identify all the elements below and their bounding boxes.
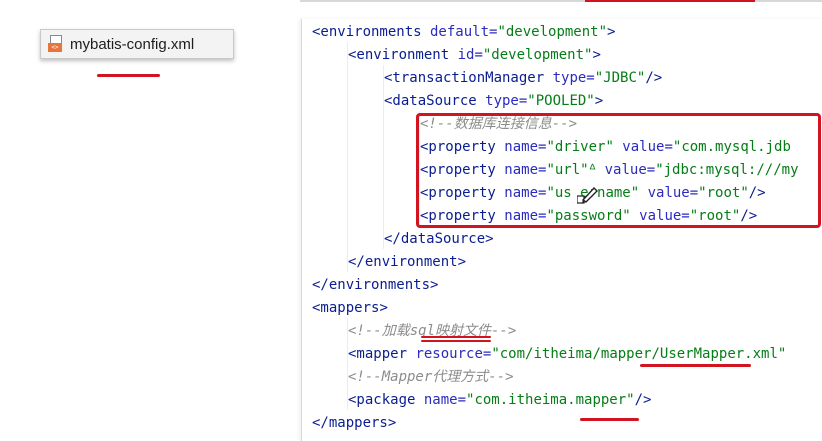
xml-tag-close: >: [457, 254, 467, 270]
xml-tag-close: />: [634, 392, 652, 408]
xml-tag: <transactionManager: [384, 70, 545, 86]
code-editor[interactable]: <environments default="development"> <env…: [301, 19, 822, 441]
xml-tag: </dataSource: [384, 231, 486, 247]
xml-tag-close: >: [379, 300, 388, 316]
xml-attr-value: "com.itheima.mapper": [466, 392, 635, 408]
xml-attr-name: type=: [476, 93, 528, 109]
xml-tag-close: >: [592, 47, 601, 63]
xml-file-icon: <>: [48, 35, 64, 53]
xml-attr-name: type=: [544, 70, 595, 86]
xml-tag: </environments: [312, 277, 431, 293]
xml-tag-close: >: [607, 24, 616, 40]
xml-tag: <dataSource: [384, 93, 477, 109]
code-line: </dataSource>: [384, 228, 494, 251]
xml-tag: <mappers: [312, 300, 380, 316]
code-line: <dataSource type="POOLED">: [384, 90, 603, 113]
xml-tag-close: >: [485, 231, 494, 247]
code-line: </mappers>: [312, 412, 396, 435]
top-annotation-line: [585, 0, 755, 2]
xml-tag-close: >: [430, 277, 439, 293]
xml-tag: <environments: [312, 24, 422, 40]
comment-underline-2: [421, 336, 491, 338]
xml-tag-close: >: [594, 93, 604, 109]
xml-attr-name: resource=: [407, 346, 492, 362]
code-line: <transactionManager type="JDBC"/>: [384, 67, 662, 90]
code-line: <environments default="development">: [312, 21, 615, 44]
code-line: <mapper resource="com/itheima/mapper/Use…: [348, 343, 786, 366]
code-line: <environment id="development">: [348, 44, 601, 67]
file-tab[interactable]: <> mybatis-config.xml: [40, 29, 234, 59]
xml-comment: <!--Mapper代理方式-->: [348, 369, 514, 385]
code-line: </environments>: [312, 274, 438, 297]
xml-attr-value: "development": [482, 47, 593, 63]
xml-tag-close: />: [645, 70, 663, 86]
xml-attr-name: default=: [421, 24, 498, 40]
code-line: </environment>: [348, 251, 466, 274]
datasource-highlight-box: [416, 113, 821, 228]
xml-tag: </environment: [348, 254, 458, 270]
package-underline: [580, 418, 639, 421]
resource-underline: [640, 364, 751, 367]
xml-tag-close: >: [387, 415, 397, 431]
file-name-underline: [97, 74, 160, 77]
xml-attr-value: "POOLED": [527, 93, 595, 109]
xml-attr-value: "JDBC": [594, 70, 646, 86]
xml-tag: <package: [348, 392, 416, 408]
xml-tag: </mappers: [312, 415, 388, 431]
code-line: <mappers>: [312, 297, 388, 320]
xml-attr-value: "com/itheima/mapper/UserMapper.xml": [491, 346, 787, 362]
comment-underline: [421, 340, 491, 342]
pencil-cursor-icon: [577, 186, 598, 204]
code-line: <package name="com.itheima.mapper"/>: [348, 389, 651, 412]
xml-attr-value: "development": [497, 24, 608, 40]
xml-tag: <mapper: [348, 346, 408, 362]
file-name: mybatis-config.xml: [70, 35, 195, 53]
xml-attr-name: name=: [415, 392, 467, 408]
xml-tag: <environment: [348, 47, 450, 63]
code-line: <!--Mapper代理方式-->: [348, 366, 514, 389]
xml-attr-name: id=: [449, 47, 483, 63]
